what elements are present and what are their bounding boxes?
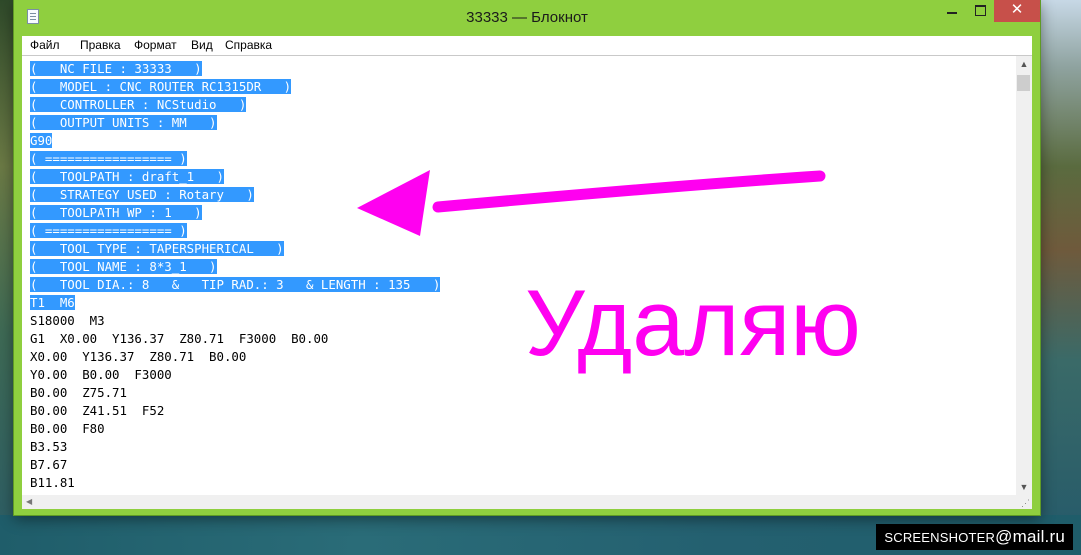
resize-grip-icon[interactable]: ⋰: [1021, 498, 1030, 508]
desktop-background-right: [1033, 0, 1081, 555]
text-line: X0.00 Y136.37 Z80.71 B0.00: [30, 348, 440, 366]
vertical-scrollbar[interactable]: ▲ ▼: [1016, 56, 1032, 495]
scroll-thumb[interactable]: [1017, 75, 1030, 91]
text-line: B0.00 Z75.71: [30, 384, 440, 402]
line-text: B11.81: [30, 475, 75, 490]
selected-text: ( TOOL TYPE : TAPERSPHERICAL ): [30, 241, 284, 256]
scroll-up-icon[interactable]: ▲: [1016, 56, 1032, 73]
selected-text: ( OUTPUT UNITS : MM ): [30, 115, 217, 130]
text-line: ( MODEL : CNC ROUTER RC1315DR ): [30, 78, 440, 96]
selected-text: ( ================= ): [30, 223, 187, 238]
selected-text: ( ================= ): [30, 151, 187, 166]
close-icon: ✕: [1010, 1, 1024, 18]
line-text: X0.00 Y136.37 Z80.71 B0.00: [30, 349, 247, 364]
selected-text: ( STRATEGY USED : Rotary ): [30, 187, 254, 202]
watermark-at: @: [995, 527, 1013, 546]
menu-format[interactable]: Формат: [134, 36, 177, 55]
selected-text: ( TOOL DIA.: 8 & TIP RAD.: 3 & LENGTH : …: [30, 277, 441, 292]
text-line: ( STRATEGY USED : Rotary ): [30, 186, 440, 204]
menu-help[interactable]: Справка: [225, 36, 272, 55]
text-line: ( TOOL DIA.: 8 & TIP RAD.: 3 & LENGTH : …: [30, 276, 441, 294]
text-line: ( TOOL TYPE : TAPERSPHERICAL ): [30, 240, 440, 258]
menu-file[interactable]: Файл: [30, 36, 60, 55]
text-line: B7.67: [30, 456, 440, 474]
selected-text: ( TOOL NAME : 8*3_1 ): [30, 259, 217, 274]
maximize-button[interactable]: [966, 0, 994, 22]
text-line: T1 M6: [30, 294, 440, 312]
line-text: B7.67: [30, 457, 68, 472]
text-line: ( ================= ): [30, 150, 440, 168]
line-text: Y0.00 B0.00 F3000: [30, 367, 172, 382]
text-line: Y0.00 B0.00 F3000: [30, 366, 440, 384]
watermark-prefix: SCREENSHOTER: [884, 530, 996, 545]
menu-view[interactable]: Вид: [191, 36, 213, 55]
selected-text: ( TOOLPATH WP : 1 ): [30, 205, 202, 220]
text-line: ( NC FILE : 33333 ): [30, 60, 440, 78]
window-title: 33333 — Блокнот: [466, 9, 588, 26]
text-line: B0.00 Z41.51 F52: [30, 402, 440, 420]
selected-text: ( NC FILE : 33333 ): [30, 61, 202, 76]
line-text: S18000 M3: [30, 313, 105, 328]
text-line: ( TOOL NAME : 8*3_1 ): [30, 258, 440, 276]
scroll-left-icon[interactable]: ◀: [26, 495, 32, 509]
text-line: G1 X0.00 Y136.37 Z80.71 F3000 B0.00: [30, 330, 440, 348]
text-line: ( TOOLPATH : draft_1 ): [30, 168, 440, 186]
selected-text: ( CONTROLLER : NCStudio ): [30, 97, 247, 112]
selected-text: T1 M6: [30, 295, 75, 310]
line-text: G1 X0.00 Y136.37 Z80.71 F3000 B0.00: [30, 331, 329, 346]
watermark-domain: mail.ru: [1012, 527, 1065, 546]
selected-text: ( MODEL : CNC ROUTER RC1315DR ): [30, 79, 292, 94]
annotation-label: Удаляю: [525, 270, 861, 375]
selected-text: ( TOOLPATH : draft_1 ): [30, 169, 224, 184]
text-line: B0.00 F80: [30, 420, 440, 438]
text-line: B11.81: [30, 474, 440, 492]
text-line: ( TOOLPATH WP : 1 ): [30, 204, 440, 222]
line-text: B0.00 F80: [30, 421, 105, 436]
text-line: B3.53: [30, 438, 440, 456]
text-line: ( OUTPUT UNITS : MM ): [30, 114, 440, 132]
minimize-button[interactable]: [938, 0, 966, 22]
line-text: B0.00 Z41.51 F52: [30, 403, 165, 418]
bottom-bar: ◀ ⋰: [22, 495, 1032, 509]
text-content: ( NC FILE : 33333 ) ( MODEL : CNC ROUTER …: [30, 60, 441, 492]
notepad-window: 33333 — Блокнот ✕ Файл Правка Формат Вид…: [14, 0, 1040, 515]
close-button[interactable]: ✕: [994, 0, 1040, 22]
menu-bar: Файл Правка Формат Вид Справка: [22, 36, 1032, 55]
text-line: ( ================= ): [30, 222, 440, 240]
text-line: ( CONTROLLER : NCStudio ): [30, 96, 440, 114]
text-line: G90: [30, 132, 440, 150]
text-line: S18000 M3: [30, 312, 440, 330]
selected-text: G90: [30, 133, 53, 148]
scroll-down-icon[interactable]: ▼: [1016, 479, 1032, 495]
screenshoter-watermark: SCREENSHOTER@mail.ru: [876, 524, 1073, 550]
line-text: B0.00 Z75.71: [30, 385, 127, 400]
title-bar[interactable]: 33333 — Блокнот ✕: [14, 0, 1040, 36]
menu-edit[interactable]: Правка: [80, 36, 121, 55]
line-text: B3.53: [30, 439, 68, 454]
